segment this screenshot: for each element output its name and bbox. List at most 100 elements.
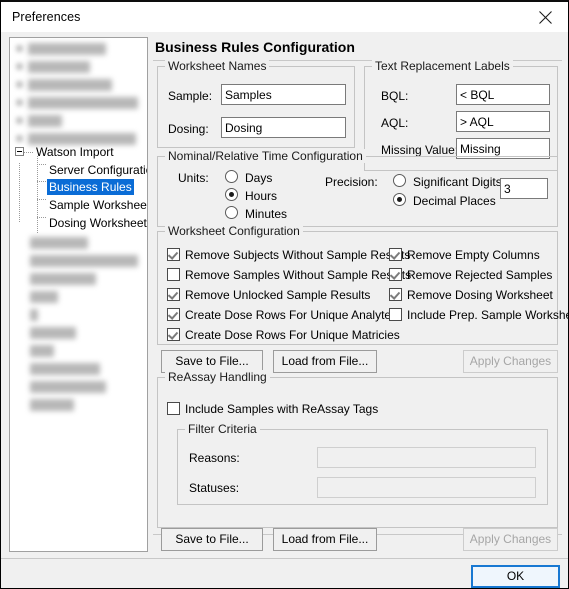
tree-blur-item (28, 97, 138, 109)
tree-item-label: Watson Import (36, 145, 114, 159)
checkbox-remove-dosing-worksheet-label: Remove Dosing Worksheet (407, 288, 553, 302)
checkbox-include-samples-with-reassay-tags-label: Include Samples with ReAssay Tags (185, 402, 379, 416)
tree-item-label: Dosing Worksheet C (49, 216, 148, 230)
statuses-input[interactable] (317, 477, 536, 498)
group-legend: Worksheet Names (165, 59, 270, 73)
group-legend: Filter Criteria (185, 422, 260, 436)
tree-blur-item (28, 61, 90, 73)
tree-blur-item (30, 237, 88, 249)
ok-button[interactable]: OK (471, 565, 560, 588)
checkbox-remove-unlocked-sample-results[interactable] (167, 288, 180, 301)
tree-item-label: Server Configuration (49, 163, 147, 177)
tree-item-business-rules[interactable]: Business Rules (47, 179, 134, 195)
checkbox-remove-subjects-without-sample-results[interactable] (167, 248, 180, 261)
aql-replacement-input[interactable] (456, 111, 550, 132)
dosing-worksheet-name-input[interactable] (221, 117, 346, 138)
checkbox-include-samples-with-reassay-tags[interactable] (167, 402, 180, 415)
tree-blur-marker (16, 135, 23, 142)
tree-connector (37, 156, 38, 234)
tree-item-label: Business Rules (47, 179, 134, 195)
radio-units-hours[interactable] (225, 188, 238, 201)
time-configuration-group: Nominal/Relative Time Configuration (157, 149, 558, 227)
tree-blur-item (30, 327, 76, 339)
tree-blur-marker (16, 63, 23, 70)
tree-connector (37, 217, 46, 218)
tree-blur-item (30, 399, 74, 411)
tree-blur-marker (16, 45, 23, 52)
aql-label: AQL: (381, 116, 409, 130)
checkbox-create-dose-rows-for-unique-analytes-label: Create Dose Rows For Unique Analytes (185, 308, 398, 322)
tree-connector (24, 152, 33, 153)
radio-units-hours-label: Hours (245, 189, 278, 203)
sample-name-label: Sample: (168, 89, 213, 103)
radio-units-days-label: Days (245, 171, 273, 185)
tree-connector (37, 181, 46, 182)
tree-item-watson-import[interactable]: Watson Import (34, 144, 116, 160)
settings-pane: Business Rules Configuration Worksheet N… (153, 37, 569, 552)
tree-blur-item (30, 273, 96, 285)
tree-blur-item (30, 363, 100, 375)
tree-blur-item (28, 43, 106, 55)
group-legend: Worksheet Configuration (165, 224, 303, 238)
tree-blur-marker (16, 117, 23, 124)
tree-blur-item (30, 255, 138, 267)
tree-blur-item (30, 345, 54, 357)
tree-blur-item (30, 291, 58, 303)
title-bar: Preferences (1, 2, 568, 32)
group-legend: ReAssay Handling (165, 370, 270, 384)
checkbox-include-prep-sample-worksheet-label: Include Prep. Sample Worksheet (407, 308, 569, 322)
preferences-dialog: Preferences Watson Import Server Configu… (0, 0, 569, 589)
tree-blur-item (30, 309, 38, 321)
reassay-save-to-file-button[interactable]: Save to File... (161, 528, 263, 551)
checkbox-create-dose-rows-for-unique-matricies[interactable] (167, 328, 180, 341)
close-button[interactable] (522, 2, 568, 32)
radio-precision-significant-digits-label: Significant Digits (413, 175, 502, 189)
radio-units-minutes-label: Minutes (245, 207, 288, 221)
checkbox-remove-empty-columns-label: Remove Empty Columns (407, 248, 540, 262)
tree-blur-item (30, 381, 106, 393)
checkbox-remove-unlocked-sample-results-label: Remove Unlocked Sample Results (185, 288, 371, 302)
tree-blur-item (28, 115, 62, 127)
checkbox-remove-samples-without-sample-results-label: Remove Samples Without Sample Results (185, 268, 412, 282)
close-icon (538, 10, 552, 24)
tree-blur-marker (16, 99, 23, 106)
group-legend: Text Replacement Labels (372, 59, 513, 73)
checkbox-remove-rejected-samples[interactable] (389, 268, 402, 281)
checkbox-remove-samples-without-sample-results[interactable] (167, 268, 180, 281)
tree-item-sample-worksheet[interactable]: Sample Worksheet C (47, 197, 147, 213)
tree-connector (37, 199, 46, 200)
radio-precision-decimal-places-label: Decimal Places (413, 194, 496, 208)
tree-connector (37, 164, 46, 165)
tree-expander-watson-import[interactable] (15, 147, 24, 156)
radio-precision-decimal-places[interactable] (393, 193, 406, 206)
dosing-name-label: Dosing: (168, 122, 209, 136)
checkbox-remove-empty-columns[interactable] (389, 248, 402, 261)
tree-blur-item (28, 79, 112, 91)
window-title: Preferences (12, 10, 81, 24)
checkbox-remove-subjects-without-sample-results-label: Remove Subjects Without Sample Results (185, 248, 411, 262)
config-apply-changes-button: Apply Changes (463, 350, 558, 373)
reassay-load-from-file-button[interactable]: Load from File... (273, 528, 377, 551)
checkbox-remove-rejected-samples-label: Remove Rejected Samples (407, 268, 553, 282)
reasons-input[interactable] (317, 447, 536, 468)
missing-value-label: Missing Value: (381, 143, 459, 157)
checkbox-create-dose-rows-for-unique-analytes[interactable] (167, 308, 180, 321)
config-load-from-file-button[interactable]: Load from File... (273, 350, 377, 373)
bql-label: BQL: (381, 89, 409, 103)
bql-replacement-input[interactable] (456, 84, 550, 105)
checkbox-include-prep-sample-worksheet[interactable] (389, 308, 402, 321)
radio-precision-significant-digits[interactable] (393, 174, 406, 187)
dialog-footer-divider (1, 558, 568, 559)
tree-item-server-configuration[interactable]: Server Configuration (47, 162, 147, 178)
checkbox-remove-dosing-worksheet[interactable] (389, 288, 402, 301)
radio-units-minutes[interactable] (225, 206, 238, 219)
precision-value-input[interactable] (500, 178, 548, 199)
preferences-tree[interactable]: Watson Import Server Configuration Busin… (9, 37, 148, 552)
tree-item-dosing-worksheet[interactable]: Dosing Worksheet C (47, 215, 148, 231)
units-label: Units: (178, 171, 209, 185)
group-legend: Nominal/Relative Time Configuration (165, 149, 366, 163)
tree-connector (19, 163, 20, 223)
radio-units-days[interactable] (225, 170, 238, 183)
sample-worksheet-name-input[interactable] (221, 84, 346, 105)
reassay-apply-changes-button: Apply Changes (463, 528, 558, 551)
